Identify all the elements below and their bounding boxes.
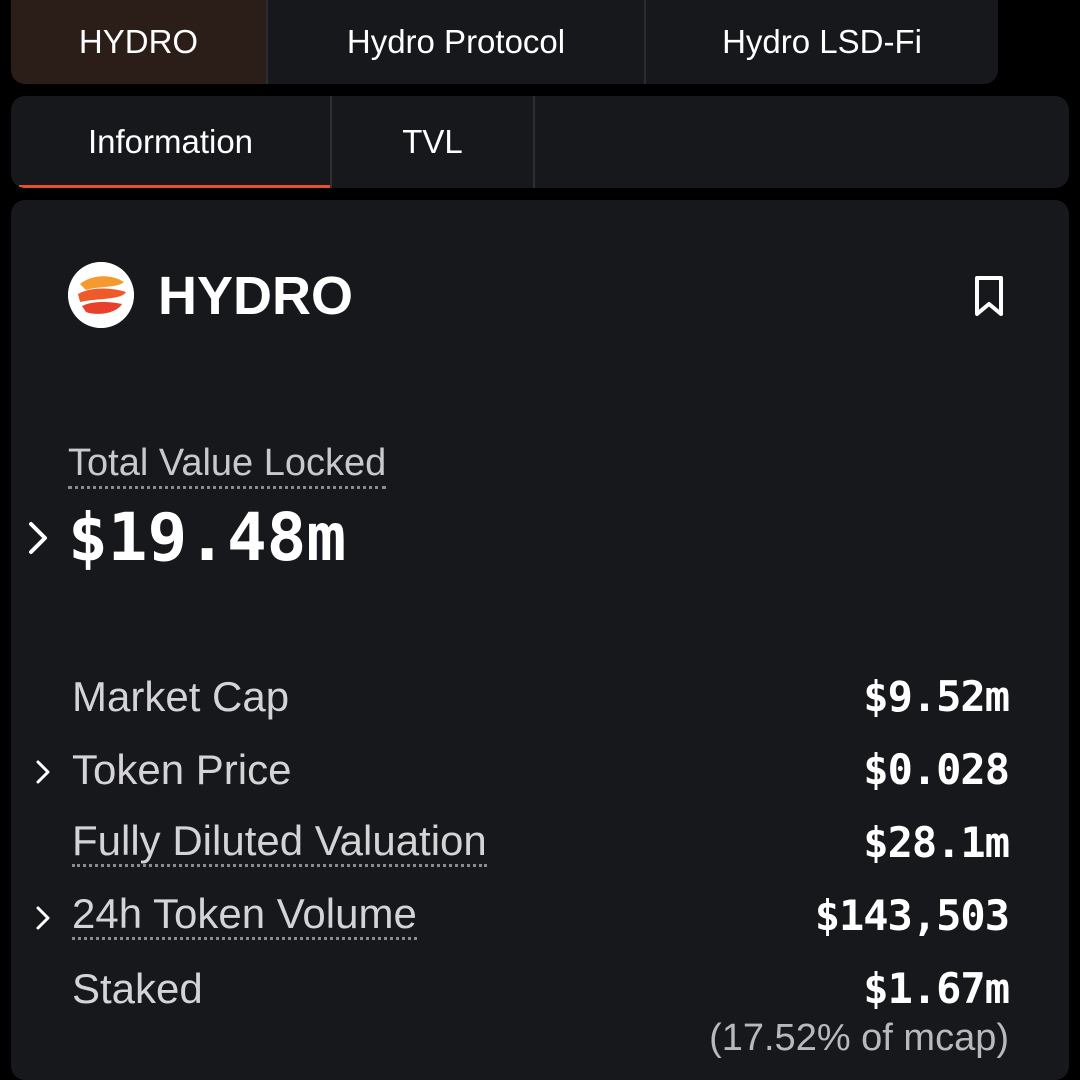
metric-row-token-price: Token Price $0.028	[11, 741, 1069, 801]
staked-percent-of-mcap: (17.52% of mcap)	[709, 1017, 1009, 1059]
metric-label[interactable]: Fully Diluted Valuation	[72, 818, 487, 867]
hydro-logo-icon	[68, 262, 134, 328]
metric-row-fdv: Fully Diluted Valuation $28.1m	[11, 814, 1069, 874]
tab-tvl[interactable]: TVL	[332, 96, 535, 188]
metric-label: Token Price	[72, 746, 292, 793]
metric-value: $0.028	[863, 745, 1010, 794]
info-card: HYDRO Total Value Locked $19.48m Market …	[11, 200, 1069, 1080]
metric-value: $143,503	[814, 891, 1010, 940]
chevron-right-icon[interactable]	[25, 518, 51, 558]
metric-value: $28.1m	[863, 818, 1010, 867]
metric-row-staked: Staked $1.67m	[11, 960, 1069, 1020]
chevron-right-icon[interactable]	[33, 757, 53, 787]
tvl-value: $19.48m	[68, 499, 347, 576]
metric-row-24h-volume: 24h Token Volume $143,503	[11, 887, 1069, 947]
tab-information[interactable]: Information	[11, 96, 332, 188]
metric-value: $9.52m	[863, 672, 1010, 721]
protocol-tabs: HYDRO Hydro Protocol Hydro LSD-Fi	[11, 0, 998, 84]
token-name: HYDRO	[158, 266, 354, 326]
chevron-right-icon[interactable]	[33, 903, 53, 933]
metric-label: Market Cap	[72, 673, 290, 720]
metric-label: Staked	[72, 965, 203, 1012]
metric-value: $1.67m	[863, 964, 1010, 1013]
tvl-label[interactable]: Total Value Locked	[68, 440, 387, 489]
tab-hydro[interactable]: HYDRO	[11, 0, 268, 84]
tab-hydro-lsd-fi[interactable]: Hydro LSD-Fi	[646, 0, 998, 84]
metric-row-market-cap: Market Cap $9.52m	[11, 668, 1069, 728]
bookmark-icon[interactable]	[969, 274, 1009, 318]
tab-hydro-protocol[interactable]: Hydro Protocol	[268, 0, 646, 84]
section-tabs: Information TVL	[11, 96, 1069, 188]
metric-label[interactable]: 24h Token Volume	[72, 891, 417, 940]
